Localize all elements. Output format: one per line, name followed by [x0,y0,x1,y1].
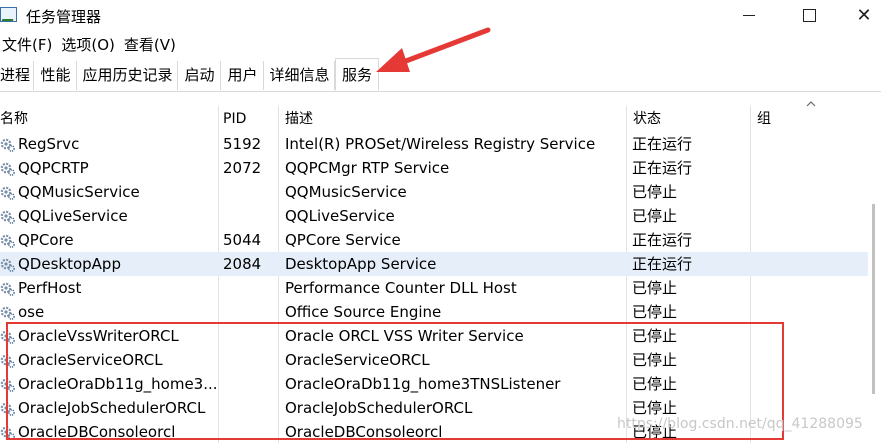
table-row[interactable]: QQLiveService QQLiveService 已停止 [0,204,881,228]
table-row[interactable]: RegSrvc 5192 Intel(R) PROSet/Wireless Regi… [0,132,881,156]
service-name: QQLiveService [18,207,128,225]
service-status: 正在运行 [632,255,693,273]
table-row[interactable]: QPCore 5044 QPCore Service 正在运行 [0,228,881,252]
tab-details[interactable]: 详细信息 [265,61,335,90]
table-row[interactable]: ose Office Source Engine 已停止 [0,300,881,324]
menu-options[interactable]: 选项(O) [59,34,117,56]
service-description: Office Source Engine [285,303,442,321]
service-name: QPCore [18,231,74,249]
menu-file[interactable]: 文件(F) [0,34,54,56]
gear-icon [0,162,15,176]
table-row[interactable]: QQMusicService QQMusicService 已停止 [0,180,881,204]
minimize-icon [743,14,755,16]
close-button[interactable]: ✕ [838,0,881,30]
task-manager-icon [0,7,17,22]
service-status: 已停止 [632,183,678,201]
gear-icon [0,210,15,224]
service-description: QQLiveService [285,207,395,225]
table-row[interactable]: QQPCRTP 2072 QQPCMgr RTP Service 正在运行 [0,156,881,180]
service-pid: 5044 [223,231,262,249]
menu-bar: 文件(F) 选项(O) 查看(V) [0,34,183,56]
tab-strip: 进程 性能 应用历史记录 启动 用户 详细信息 服务 [0,58,881,92]
service-description: DesktopApp Service [285,255,437,273]
window-title: 任务管理器 [26,8,102,26]
service-name: QQPCRTP [18,159,89,177]
column-desc-header[interactable]: 描述 [285,106,313,132]
gear-icon [0,234,15,248]
gear-icon [0,306,15,320]
tab-performance[interactable]: 性能 [35,61,77,90]
service-pid [223,276,283,300]
service-description: QPCore Service [285,231,401,249]
service-pid [223,300,283,324]
vertical-scrollbar[interactable] [868,132,881,443]
watermark: https://blog.csdn.net/qq_41288095 [617,416,863,432]
gear-icon [0,138,15,152]
service-status: 正在运行 [632,159,693,177]
title-bar: 任务管理器 ✕ [0,0,881,32]
service-description: QQMusicService [285,183,407,201]
gear-icon [0,186,15,200]
scrollbar-thumb[interactable] [872,204,875,394]
service-pid: 2084 [223,255,262,273]
column-group-header[interactable]: 组 [757,106,771,132]
service-status: 正在运行 [632,135,693,153]
gear-icon [0,282,15,296]
service-status: 已停止 [632,303,678,321]
tab-app-history[interactable]: 应用历史记录 [78,61,178,90]
tab-services[interactable]: 服务 [335,58,379,91]
table-header: 名称 PID 描述 状态 组 [0,106,881,132]
service-pid: 5192 [223,135,262,153]
tab-startup[interactable]: 启动 [179,61,221,90]
table-row[interactable]: QDesktopApp 2084 DesktopApp Service 正在运行 [0,252,881,276]
service-name: RegSrvc [18,135,80,153]
column-name-header[interactable]: 名称 [0,106,28,132]
service-name: ose [18,303,45,321]
service-status: 正在运行 [632,231,693,249]
service-pid [223,204,283,228]
service-status: 已停止 [632,279,678,297]
service-description: Intel(R) PROSet/Wireless Registry Servic… [285,135,596,153]
column-pid-header[interactable]: PID [223,106,246,132]
table-row[interactable]: PerfHost Performance Counter DLL Host 已停止 [0,276,881,300]
tab-users[interactable]: 用户 [222,61,264,90]
maximize-icon [802,8,816,22]
gear-icon [0,258,15,272]
service-description: QQPCMgr RTP Service [285,159,450,177]
service-name: QDesktopApp [18,255,121,273]
service-status: 已停止 [632,207,678,225]
service-pid [223,180,283,204]
tab-processes[interactable]: 进程 [0,61,34,90]
service-name: QQMusicService [18,183,140,201]
menu-view[interactable]: 查看(V) [122,34,178,56]
service-name: PerfHost [18,279,82,297]
minimize-button[interactable] [723,0,775,30]
maximize-button[interactable] [783,0,835,30]
column-status-header[interactable]: 状态 [633,106,661,132]
service-pid: 2072 [223,159,262,177]
service-description: Performance Counter DLL Host [285,279,517,297]
close-icon: ✕ [856,4,872,26]
